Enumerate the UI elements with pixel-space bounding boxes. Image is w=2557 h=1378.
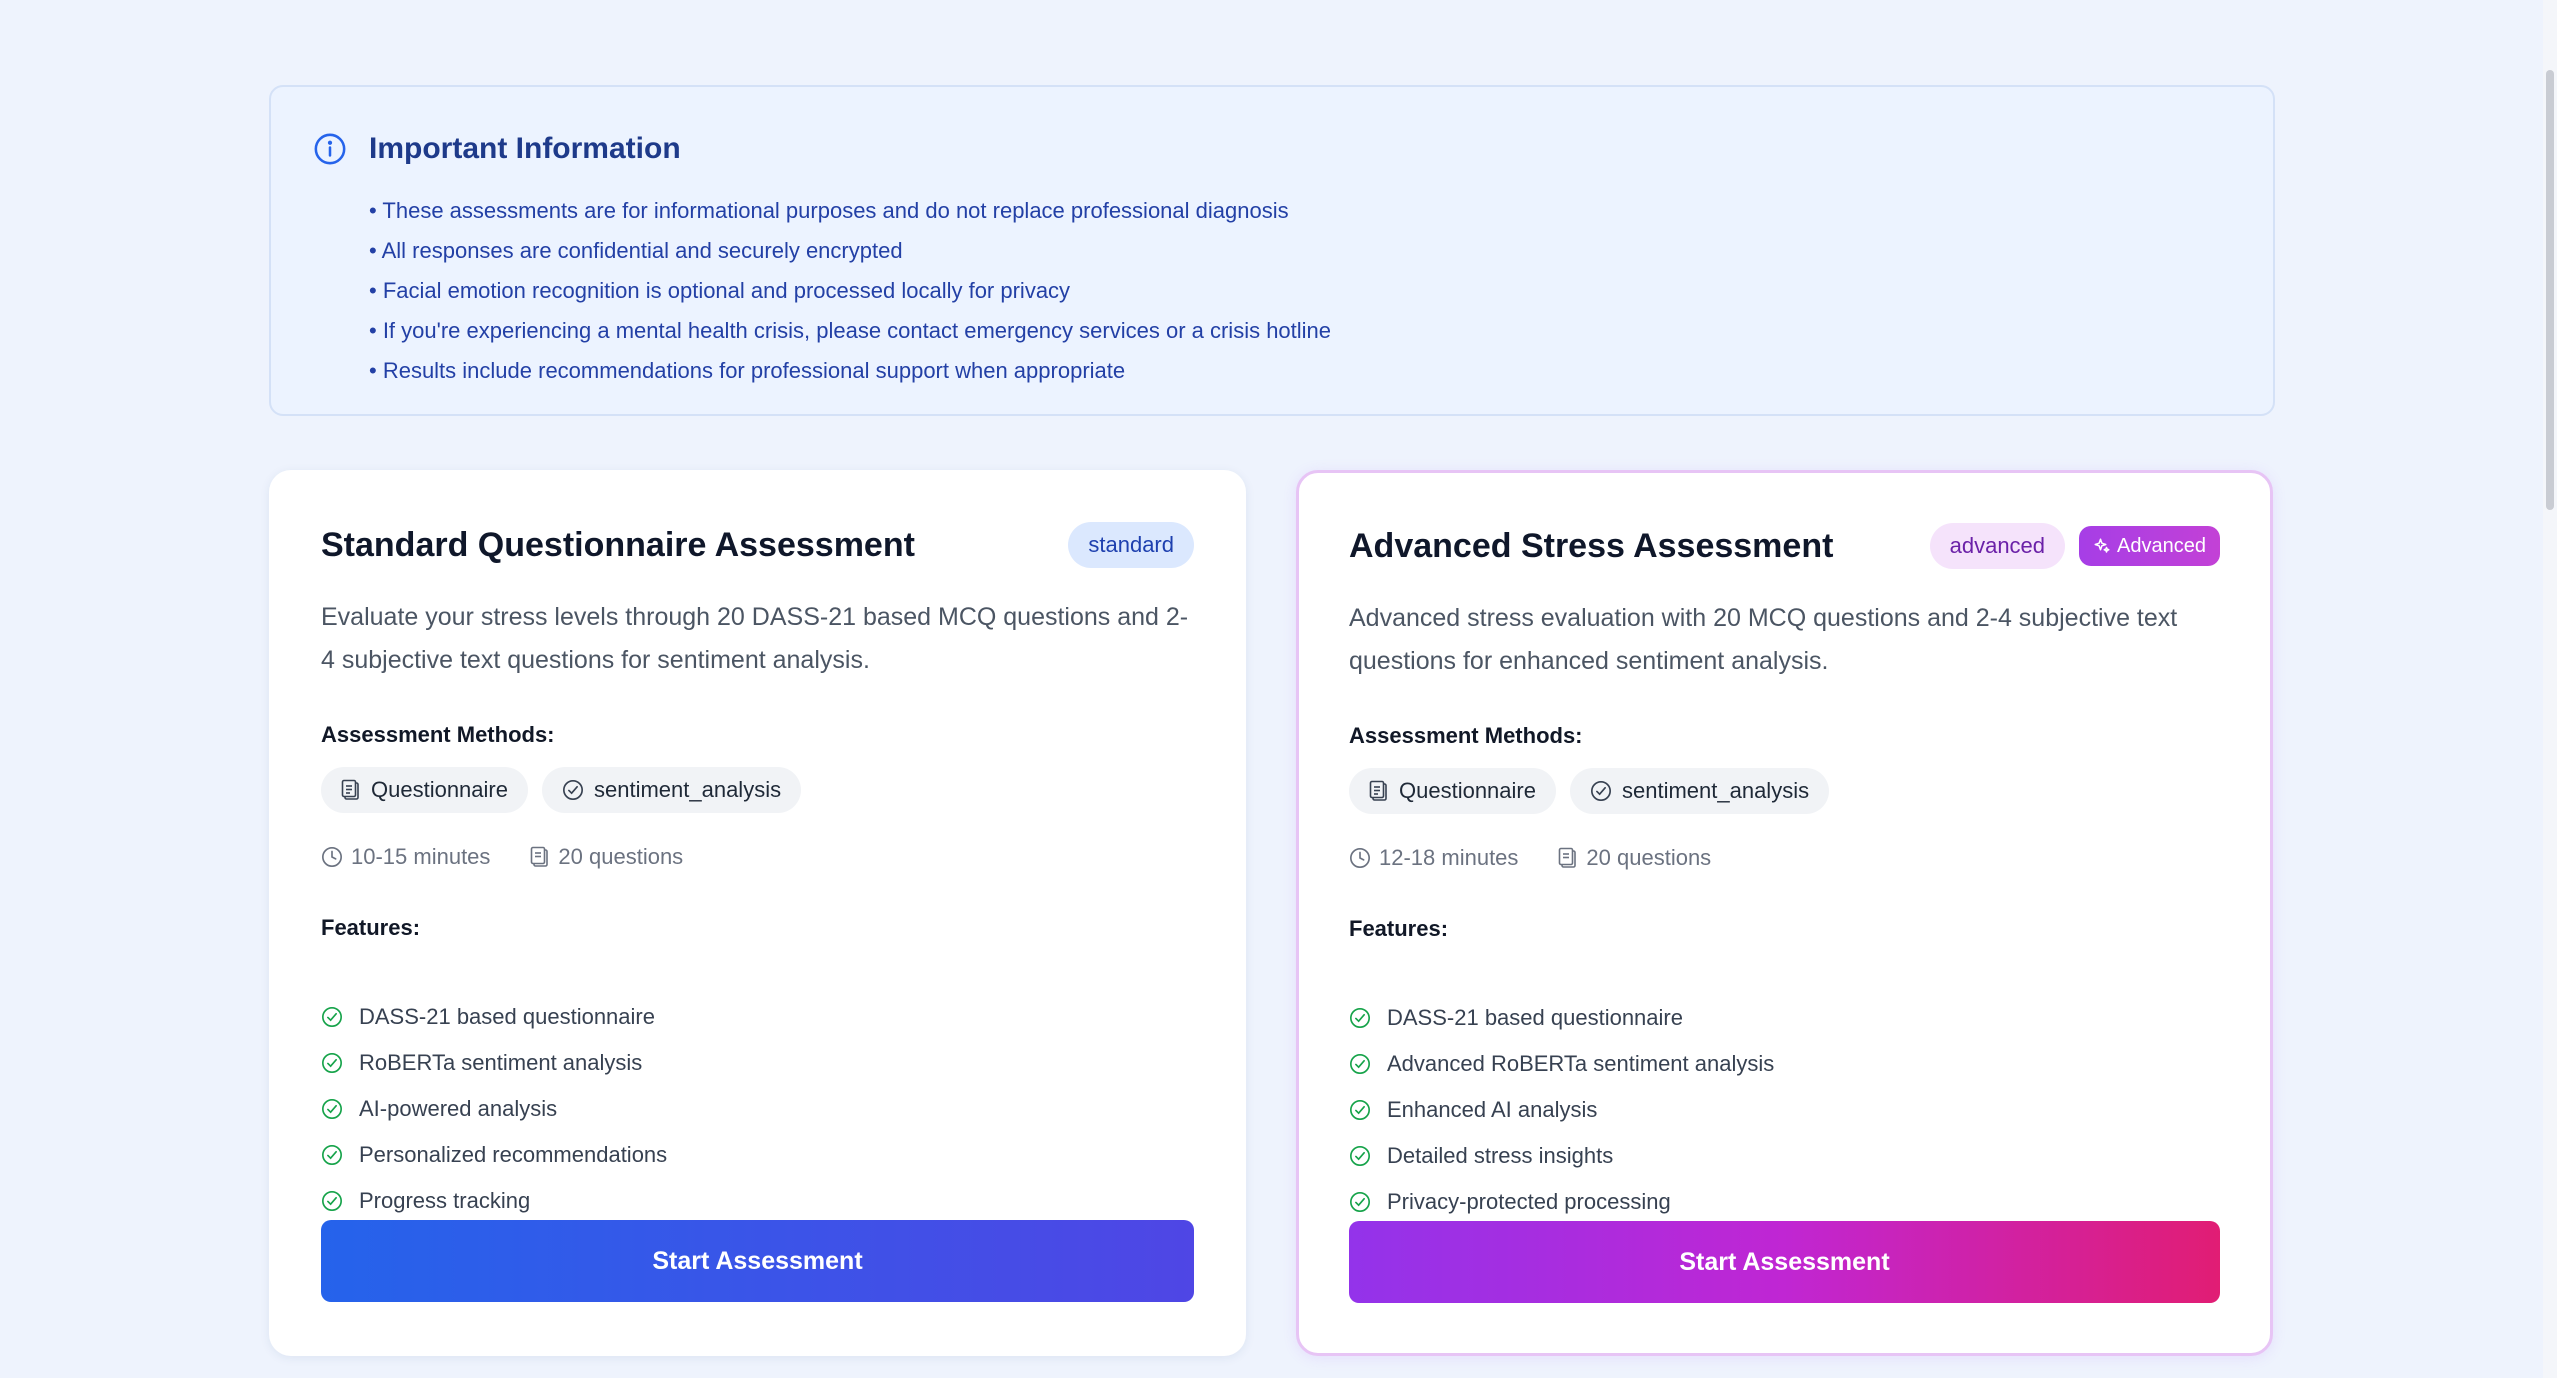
question-count: 20 questions (530, 844, 683, 870)
feature-label: DASS-21 based questionnaire (359, 1004, 655, 1029)
method-label: Questionnaire (371, 777, 508, 802)
features-label: Features: (321, 915, 421, 940)
feature-label: Enhanced AI analysis (1387, 1097, 1598, 1122)
feature-label: Advanced RoBERTa sentiment analysis (1387, 1051, 1775, 1076)
check-circle-icon (1349, 1007, 1371, 1029)
advanced-assessment-card: Advanced Stress Assessment advanced Adva… (1296, 470, 2273, 1356)
sparkles-icon (2093, 537, 2111, 555)
feature-item: DASS-21 based questionnaire (1349, 995, 1774, 1041)
question-count-text: 20 questions (558, 844, 684, 869)
feature-item: Personalized recommendations (321, 1132, 667, 1178)
page: Important Information • These assessment… (0, 0, 2557, 1378)
method-chip: Questionnaire (1349, 768, 1556, 814)
feature-label: RoBERTa sentiment analysis (359, 1050, 643, 1075)
start-standard-assessment-button[interactable]: Start Assessment (321, 1220, 1194, 1302)
methods-label: Assessment Methods: (321, 722, 555, 747)
advanced-pill-label: Advanced (2117, 535, 2206, 557)
feature-item: Detailed stress insights (1349, 1133, 1774, 1179)
info-list: • These assessments are for informationa… (369, 191, 1331, 391)
method-chip: sentiment_analysis (541, 767, 802, 813)
check-circle-icon (562, 779, 584, 801)
feature-label: Personalized recommendations (359, 1142, 668, 1167)
info-item: • All responses are confidential and sec… (369, 238, 903, 263)
check-circle-icon (1349, 1099, 1371, 1121)
clipboard-icon (530, 846, 550, 868)
info-item: • These assessments are for informationa… (369, 198, 1289, 223)
scrollbar[interactable] (2543, 0, 2557, 1378)
method-label: sentiment_analysis (593, 777, 782, 802)
method-chip: Questionnaire (321, 767, 528, 813)
info-item: • Results include recommendations for pr… (369, 358, 1126, 383)
card-title: Advanced Stress Assessment (1349, 527, 1834, 565)
feature-label: DASS-21 based questionnaire (1387, 1005, 1683, 1030)
check-circle-icon (1590, 780, 1612, 802)
methods-label: Assessment Methods: (1349, 723, 1583, 748)
card-title: Standard Questionnaire Assessment (321, 526, 915, 564)
clock-icon (1349, 847, 1371, 869)
advanced-pill-badge: Advanced (2079, 526, 2220, 566)
important-info-panel: Important Information • These assessment… (269, 85, 2275, 416)
check-circle-icon (321, 1006, 343, 1028)
feature-label: Detailed stress insights (1387, 1143, 1614, 1168)
check-circle-icon (1349, 1053, 1371, 1075)
feature-label: Privacy-protected processing (1387, 1189, 1671, 1214)
feature-item: DASS-21 based questionnaire (321, 994, 667, 1040)
card-description: Evaluate your stress levels through 20 D… (321, 603, 1189, 674)
meta-row: 10-15 minutes 20 questions (321, 844, 683, 870)
card-description: Advanced stress evaluation with 20 MCQ q… (1349, 604, 2178, 675)
standard-assessment-card: Standard Questionnaire Assessment standa… (269, 470, 1246, 1356)
method-chip: sentiment_analysis (1569, 768, 1830, 814)
meta-row: 12-18 minutes 20 questions (1349, 845, 1711, 871)
info-circle-icon (313, 132, 347, 166)
methods-list: Questionnaire sentiment_analysis (321, 767, 802, 813)
clock-icon (321, 846, 343, 868)
feature-item: Privacy-protected processing (1349, 1179, 1774, 1225)
check-circle-icon (321, 1052, 343, 1074)
clipboard-icon (1558, 847, 1578, 869)
feature-item: Enhanced AI analysis (1349, 1087, 1774, 1133)
features-list: DASS-21 based questionnaire RoBERTa sent… (321, 994, 667, 1224)
start-advanced-assessment-button[interactable]: Start Assessment (1349, 1221, 2220, 1303)
features-label: Features: (1349, 916, 1449, 941)
features-list: DASS-21 based questionnaire Advanced RoB… (1349, 995, 1774, 1225)
feature-item: Progress tracking (321, 1178, 667, 1224)
feature-item: RoBERTa sentiment analysis (321, 1040, 667, 1086)
duration-text: 12-18 minutes (1379, 845, 1519, 870)
method-label: Questionnaire (1399, 778, 1536, 803)
type-badge: standard (1068, 522, 1194, 568)
type-badge: advanced (1929, 523, 2066, 569)
methods-list: Questionnaire sentiment_analysis (1349, 768, 1830, 814)
duration-text: 10-15 minutes (351, 844, 491, 869)
clipboard-icon (341, 779, 361, 801)
check-circle-icon (321, 1190, 343, 1212)
check-circle-icon (321, 1144, 343, 1166)
feature-item: AI-powered analysis (321, 1086, 667, 1132)
scrollbar-thumb[interactable] (2546, 70, 2554, 510)
check-circle-icon (1349, 1191, 1371, 1213)
check-circle-icon (321, 1098, 343, 1120)
question-count-text: 20 questions (1586, 845, 1712, 870)
info-title: Important Information (369, 132, 681, 165)
info-item: • If you're experiencing a mental health… (369, 318, 1332, 343)
info-item: • Facial emotion recognition is optional… (369, 278, 1071, 303)
feature-label: Progress tracking (359, 1188, 531, 1213)
check-circle-icon (1349, 1145, 1371, 1167)
feature-item: Advanced RoBERTa sentiment analysis (1349, 1041, 1774, 1087)
question-count: 20 questions (1558, 845, 1711, 871)
feature-label: AI-powered analysis (359, 1096, 558, 1121)
duration: 10-15 minutes (321, 844, 490, 870)
method-label: sentiment_analysis (1621, 778, 1810, 803)
clipboard-icon (1369, 780, 1389, 802)
duration: 12-18 minutes (1349, 845, 1518, 871)
